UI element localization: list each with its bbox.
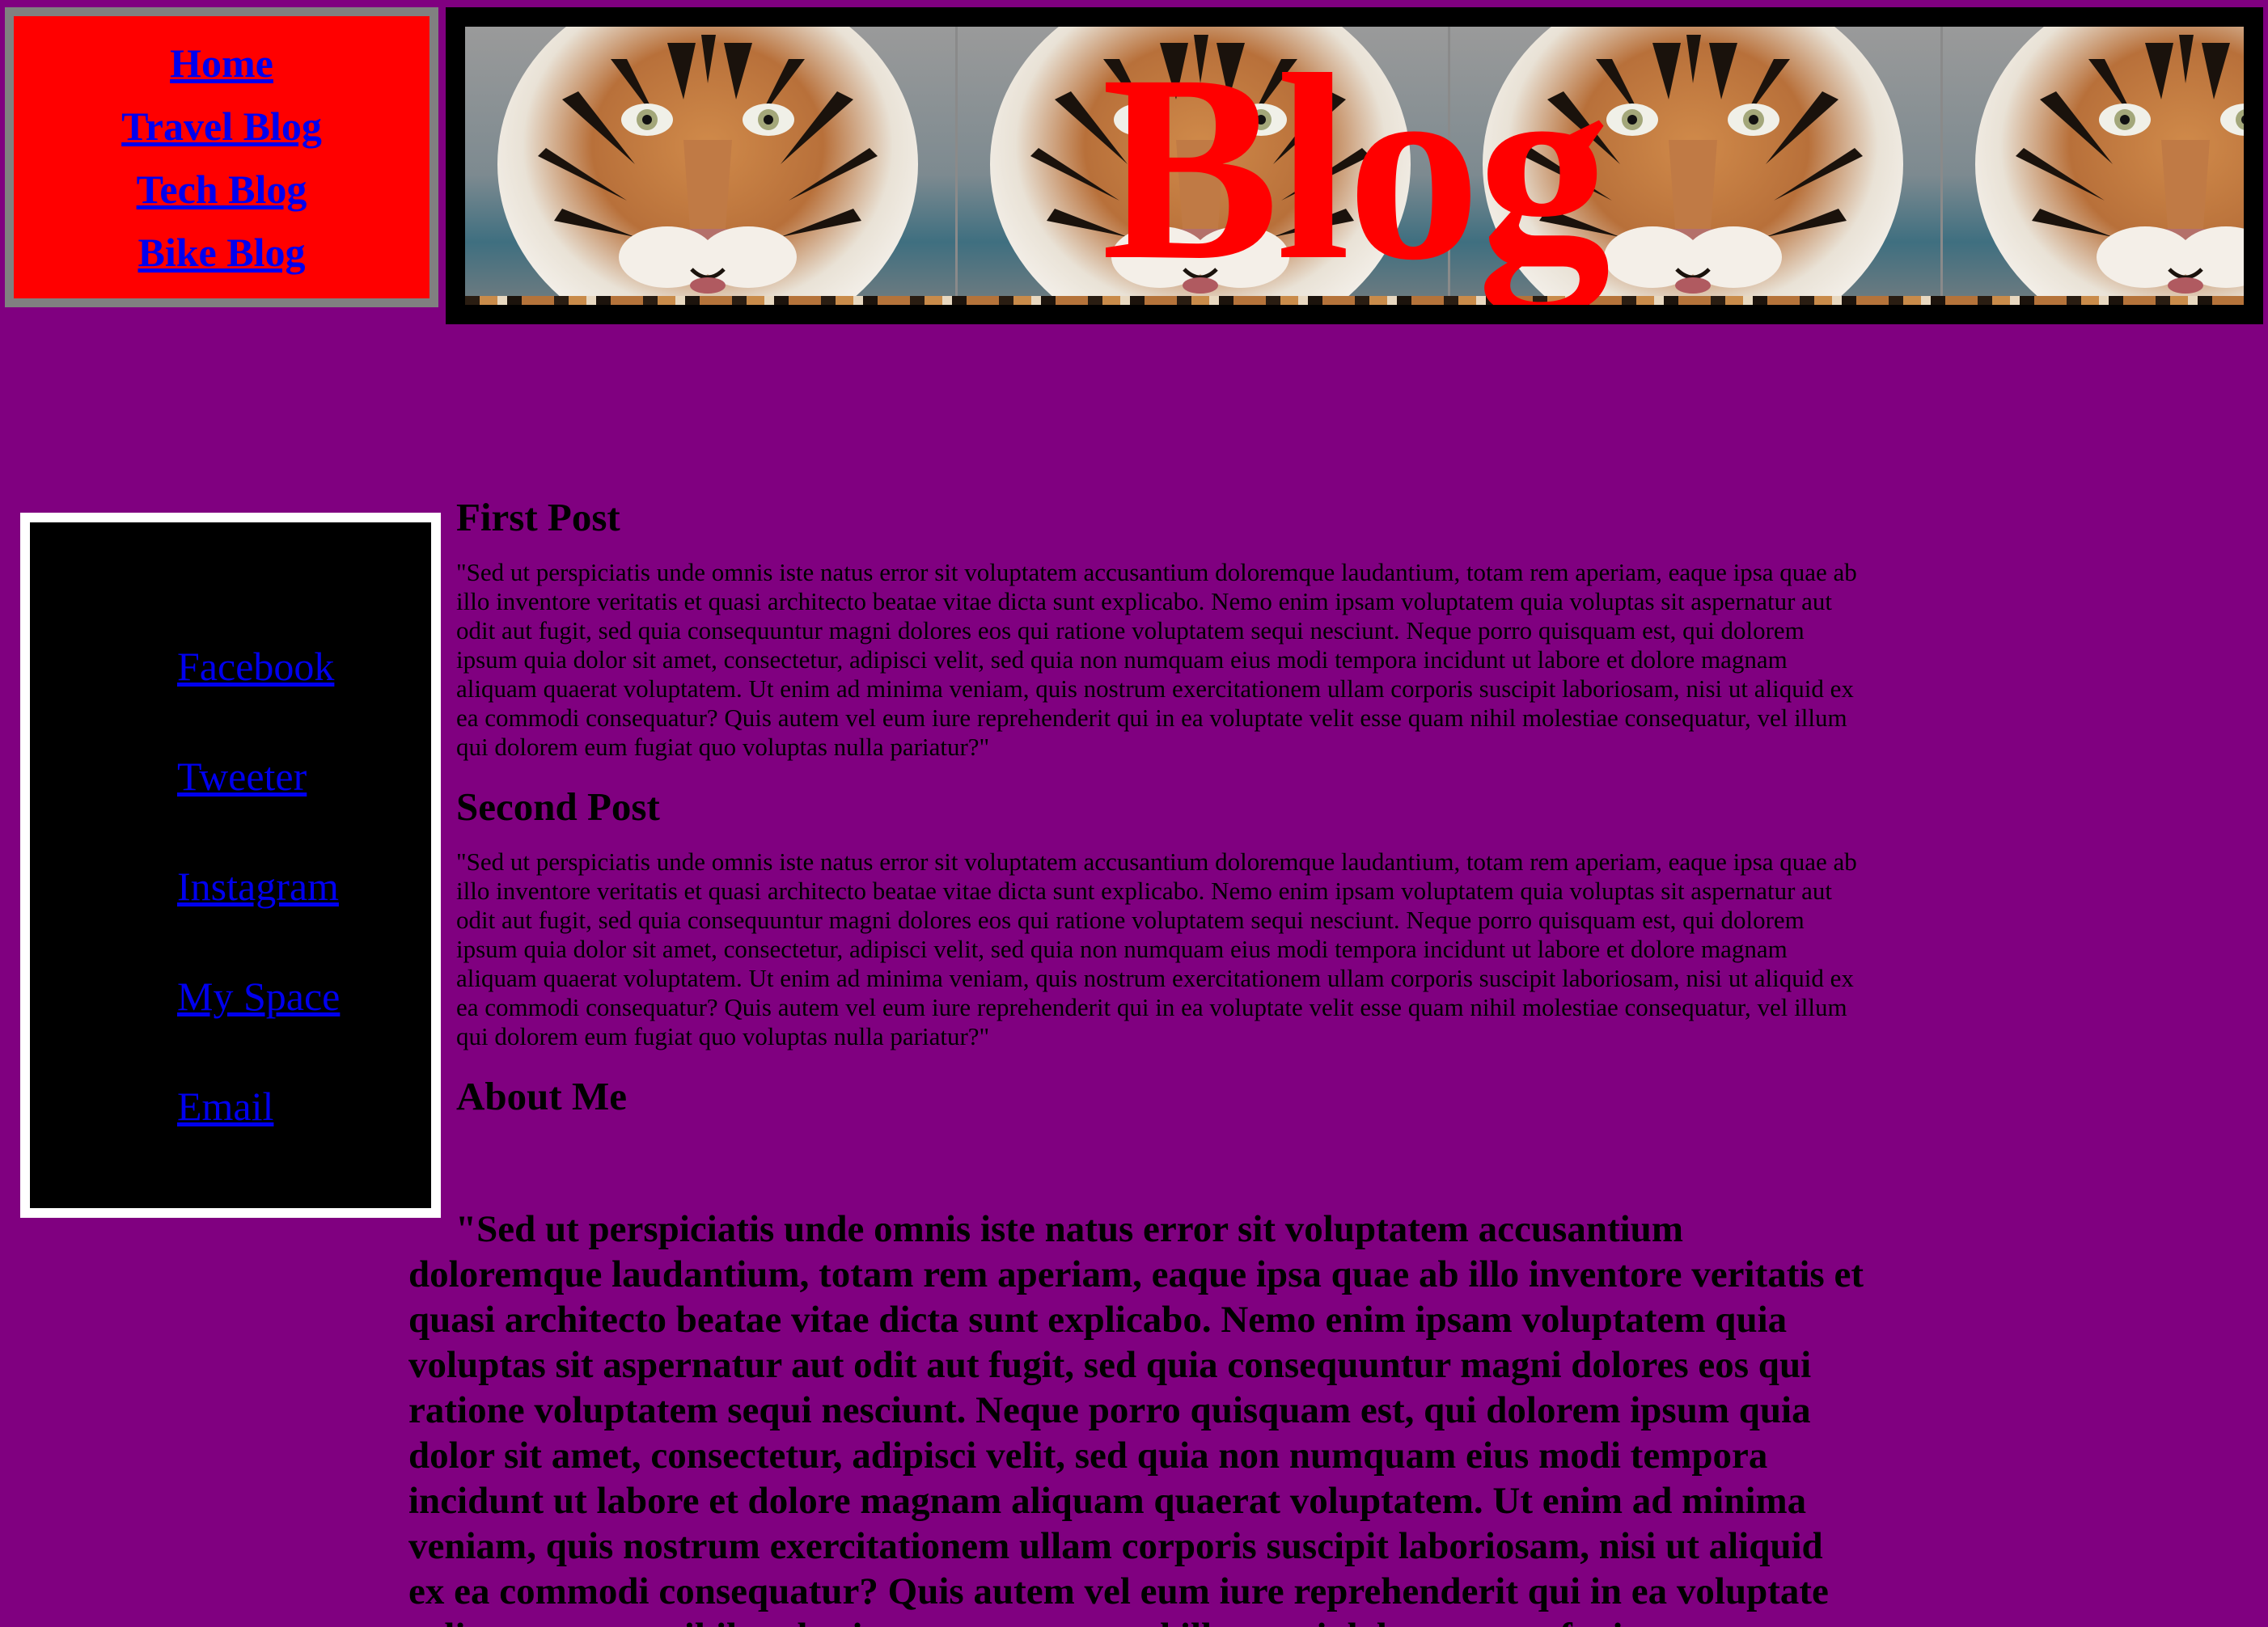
banner-title: Blog: [1101, 27, 1611, 305]
post-body-second: "Sed ut perspiciatis unde omnis iste nat…: [456, 847, 1857, 1050]
social-link-instagram[interactable]: Instagram: [177, 864, 339, 909]
post-body-first: "Sed ut perspiciatis unde omnis iste nat…: [456, 558, 1857, 761]
about-me-title: About Me: [456, 1074, 627, 1118]
social-sidebar: Facebook Tweeter Instagram My Space Emai…: [20, 513, 441, 1218]
banner: Blog: [446, 7, 2263, 324]
nav-link-travel-blog[interactable]: Travel Blog: [121, 95, 322, 158]
nav-link-tech-blog[interactable]: Tech Blog: [137, 158, 307, 221]
post-title-second: Second Post: [456, 784, 660, 829]
social-link-facebook[interactable]: Facebook: [177, 644, 334, 689]
page: Home Travel Blog Tech Blog Bike Blog Blo…: [0, 0, 2268, 1627]
nav-link-home[interactable]: Home: [170, 32, 273, 95]
nav-link-bike-blog[interactable]: Bike Blog: [138, 221, 306, 284]
social-link-email[interactable]: Email: [177, 1084, 273, 1129]
post-title-first: First Post: [456, 495, 620, 539]
tiger-face-tiled-image: Blog: [465, 27, 2244, 305]
main-content: First Post "Sed ut perspiciatis unde omn…: [456, 493, 1864, 1121]
top-nav: Home Travel Blog Tech Blog Bike Blog: [5, 7, 438, 307]
about-me-body: "Sed ut perspiciatis unde omnis iste nat…: [408, 1208, 1864, 1627]
social-link-my-space[interactable]: My Space: [177, 974, 340, 1019]
social-link-tweeter[interactable]: Tweeter: [177, 754, 307, 799]
